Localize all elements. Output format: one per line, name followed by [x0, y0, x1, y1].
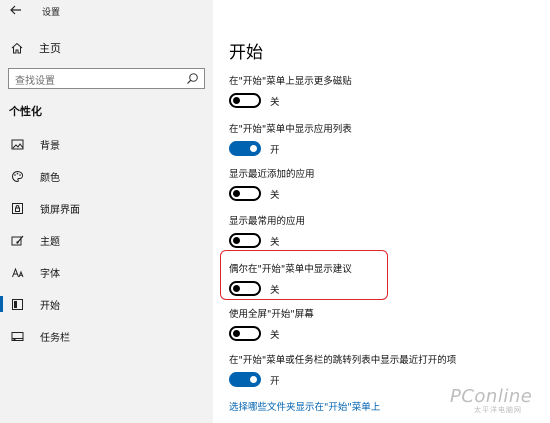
toggle-state: 开 — [270, 375, 280, 387]
sidebar-item-label: 主题 — [40, 236, 60, 248]
sidebar: 设置 主页 个性化 背景 颜色 锁屏界面 — [0, 0, 213, 423]
palette-icon — [10, 169, 24, 183]
toggle-knob — [233, 97, 240, 104]
sidebar-item-fonts[interactable]: 字体 — [0, 256, 213, 288]
setting-most-used: 显示最常用的应用 关 — [229, 213, 305, 248]
main-content: 开始 在"开始"菜单上显示更多磁贴 关 在"开始"菜单中显示应用列表 开 显示最… — [213, 0, 550, 423]
search-box — [8, 68, 205, 91]
sidebar-item-label: 任务栏 — [40, 332, 70, 344]
highlight-annotation — [220, 250, 388, 300]
choose-folders-link[interactable]: 选择哪些文件夹显示在"开始"菜单上 — [229, 399, 380, 413]
font-icon — [10, 265, 24, 279]
sidebar-item-lock-screen[interactable]: 锁屏界面 — [0, 192, 213, 224]
toggle-switch[interactable] — [229, 141, 261, 156]
search-input[interactable] — [9, 72, 179, 91]
toggle-switch[interactable] — [229, 233, 261, 248]
toggle-state: 关 — [270, 329, 280, 341]
back-button[interactable] — [9, 3, 25, 19]
toggle-state: 关 — [270, 236, 280, 248]
watermark-text: PConline — [450, 386, 533, 407]
setting-label: 显示最近添加的应用 — [229, 169, 315, 180]
setting-full-screen: 使用全屏"开始"屏幕 关 — [229, 306, 314, 341]
sidebar-item-start[interactable]: 开始 — [0, 288, 213, 320]
sidebar-item-colors[interactable]: 颜色 — [0, 160, 213, 192]
setting-recently-added: 显示最近添加的应用 关 — [229, 166, 315, 201]
sidebar-item-label: 背景 — [40, 140, 60, 152]
home-icon — [9, 40, 25, 56]
toggle-knob — [233, 237, 240, 244]
window-title: 设置 — [42, 8, 61, 18]
setting-label: 使用全屏"开始"屏幕 — [229, 309, 314, 320]
setting-app-list: 在"开始"菜单中显示应用列表 开 — [229, 121, 352, 156]
toggle-switch[interactable] — [229, 372, 261, 387]
lock-screen-icon — [10, 201, 24, 215]
sidebar-item-home[interactable]: 主页 — [9, 38, 204, 58]
sidebar-item-taskbar[interactable]: 任务栏 — [0, 320, 213, 352]
title-bar: 设置 — [0, 0, 213, 24]
search-icon[interactable] — [186, 72, 199, 85]
toggle-knob — [250, 145, 257, 152]
setting-label: 显示最常用的应用 — [229, 216, 306, 227]
start-icon — [10, 297, 24, 311]
sidebar-item-label: 字体 — [40, 268, 60, 280]
sidebar-item-background[interactable]: 背景 — [0, 128, 213, 160]
setting-recent-items: 在"开始"菜单或任务栏的跳转列表中显示最近打开的项 开 — [229, 352, 456, 387]
sidebar-item-themes[interactable]: 主题 — [0, 224, 213, 256]
sidebar-item-label: 开始 — [40, 300, 60, 312]
setting-label: 在"开始"菜单中显示应用列表 — [229, 124, 352, 135]
setting-label: 在"开始"菜单上显示更多磁贴 — [229, 76, 352, 87]
home-label: 主页 — [39, 42, 61, 55]
back-arrow-icon — [10, 5, 21, 15]
toggle-switch[interactable] — [229, 326, 261, 341]
sidebar-item-label: 颜色 — [40, 172, 60, 184]
theme-icon — [10, 233, 24, 247]
setting-more-tiles: 在"开始"菜单上显示更多磁贴 关 — [229, 73, 352, 108]
toggle-switch[interactable] — [229, 93, 261, 108]
toggle-knob — [250, 376, 257, 383]
sidebar-nav: 背景 颜色 锁屏界面 主题 字体 开始 任务栏 — [0, 128, 213, 352]
page-title: 开始 — [229, 43, 263, 63]
taskbar-icon — [10, 329, 24, 343]
sidebar-item-label: 锁屏界面 — [40, 204, 80, 216]
toggle-knob — [233, 190, 240, 197]
section-heading: 个性化 — [9, 105, 42, 118]
toggle-switch[interactable] — [229, 186, 261, 201]
setting-label: 在"开始"菜单或任务栏的跳转列表中显示最近打开的项 — [229, 355, 457, 366]
toggle-knob — [233, 330, 240, 337]
toggle-state: 关 — [270, 189, 280, 201]
watermark-logo: PConline 太平洋电脑网 — [450, 386, 532, 415]
toggle-state: 开 — [270, 144, 280, 156]
toggle-state: 关 — [270, 96, 280, 108]
picture-icon — [10, 137, 24, 151]
